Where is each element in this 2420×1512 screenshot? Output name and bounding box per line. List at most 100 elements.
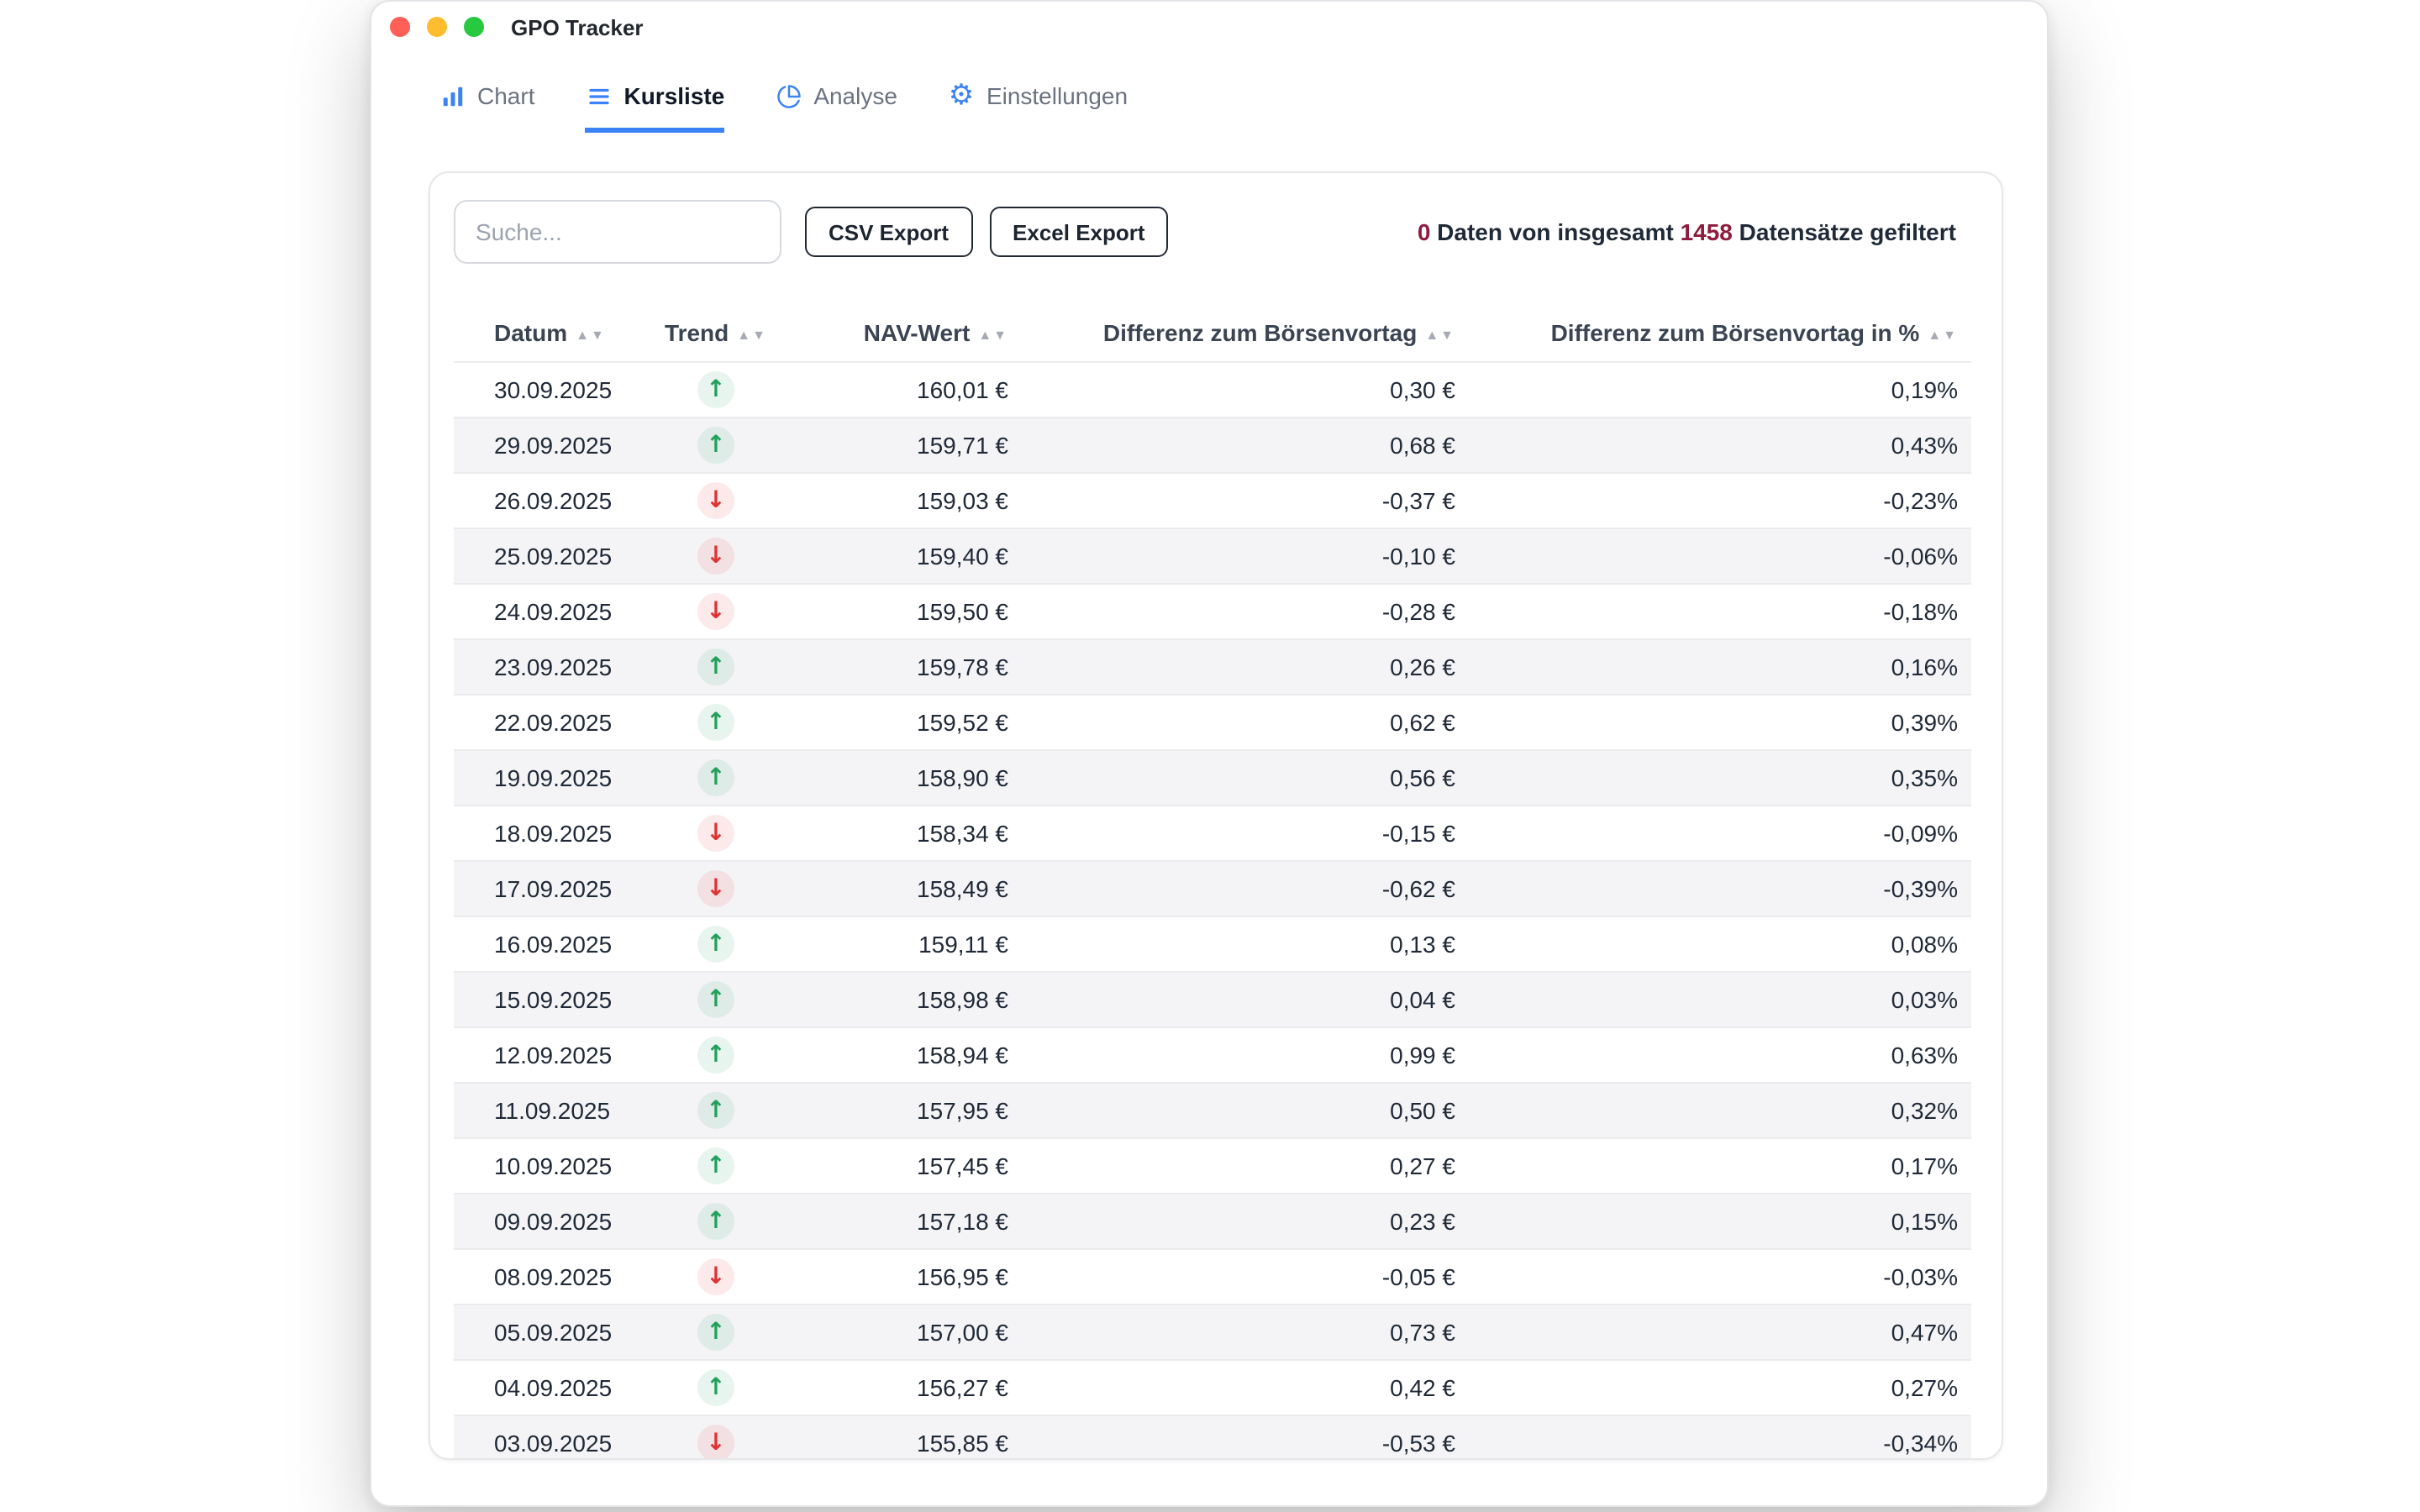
cell-nav-wert: 155,85 € [776,1415,1022,1460]
cell-differenz-prozent: 0,27% [1469,1360,1971,1415]
table-row: 10.09.2025 ↑ 157,45 € 0,27 € 0,17% [454,1138,1971,1194]
cell-trend: ↑ [655,1083,776,1138]
cell-differenz: 0,62 € [1022,695,1469,750]
trend-down-icon: ↓ [697,1425,734,1460]
tab-bar: Chart Kursliste Analyse ⚙ Einstellungen [439,82,2013,133]
cell-differenz-prozent: 0,08% [1469,916,1971,972]
cell-nav-wert: 157,18 € [776,1194,1022,1249]
table-row: 30.09.2025 ↑ 160,01 € 0,30 € 0,19% [454,362,1971,417]
cell-nav-wert: 157,45 € [776,1138,1022,1194]
cell-differenz-prozent: 0,32% [1469,1083,1971,1138]
trend-up-icon: ↑ [697,1037,734,1074]
column-header-nav-wert[interactable]: NAV-Wert▲▼ [776,304,1022,362]
trend-down-icon: ↓ [697,593,734,630]
cell-differenz: 0,23 € [1022,1194,1469,1249]
titlebar: GPO Tracker [371,2,2047,52]
search-input[interactable] [454,200,781,264]
sort-icon: ▲▼ [1928,328,1958,343]
trend-up-icon: ↑ [697,926,734,963]
trend-up-icon: ↑ [697,759,734,796]
cell-differenz: 0,26 € [1022,639,1469,695]
tab-label: Einstellungen [986,82,1128,109]
price-table: Datum▲▼ Trend▲▼ NAV-Wert▲▼ Differenz zum… [454,304,1971,1460]
trend-down-icon: ↓ [697,1258,734,1295]
trend-up-icon: ↑ [697,427,734,464]
tab-label: Chart [477,82,534,109]
cell-differenz-prozent: -0,03% [1469,1249,1971,1305]
cell-trend: ↑ [655,972,776,1027]
table-row: 25.09.2025 ↓ 159,40 € -0,10 € -0,06% [454,528,1971,584]
table-row: 18.09.2025 ↓ 158,34 € -0,15 € -0,09% [454,806,1971,861]
table-row: 12.09.2025 ↑ 158,94 € 0,99 € 0,63% [454,1027,1971,1083]
table-row: 23.09.2025 ↑ 159,78 € 0,26 € 0,16% [454,639,1971,695]
cell-differenz: 0,30 € [1022,362,1469,417]
excel-export-button[interactable]: Excel Export [989,207,1169,257]
cell-differenz: 0,68 € [1022,417,1469,473]
cell-differenz-prozent: 0,43% [1469,417,1971,473]
cell-trend: ↓ [655,473,776,528]
cell-differenz-prozent: -0,34% [1469,1415,1971,1460]
table-row: 15.09.2025 ↑ 158,98 € 0,04 € 0,03% [454,972,1971,1027]
tab-einstellungen[interactable]: ⚙ Einstellungen [948,82,1128,133]
minimize-button[interactable] [427,17,447,37]
filtered-count: 0 [1418,218,1431,245]
cell-differenz: 0,13 € [1022,916,1469,972]
cell-trend: ↑ [655,750,776,806]
cell-trend: ↑ [655,417,776,473]
trend-up-icon: ↑ [697,1203,734,1240]
summary-text: Daten von insgesamt [1430,218,1680,245]
cell-date: 12.09.2025 [454,1027,655,1083]
cell-date: 11.09.2025 [454,1083,655,1138]
cell-trend: ↓ [655,806,776,861]
cell-differenz: -0,10 € [1022,528,1469,584]
table-row: 11.09.2025 ↑ 157,95 € 0,50 € 0,32% [454,1083,1971,1138]
column-header-datum[interactable]: Datum▲▼ [454,304,655,362]
cell-trend: ↑ [655,1305,776,1360]
cell-date: 26.09.2025 [454,473,655,528]
table-row: 26.09.2025 ↓ 159,03 € -0,37 € -0,23% [454,473,1971,528]
cell-date: 17.09.2025 [454,861,655,916]
cell-date: 19.09.2025 [454,750,655,806]
tab-kursliste[interactable]: Kursliste [585,82,724,133]
cell-differenz: 0,42 € [1022,1360,1469,1415]
cell-trend: ↑ [655,362,776,417]
trend-up-icon: ↑ [697,648,734,685]
cell-trend: ↑ [655,695,776,750]
trend-up-icon: ↑ [697,371,734,408]
cell-nav-wert: 158,98 € [776,972,1022,1027]
cell-date: 16.09.2025 [454,916,655,972]
tab-label: Kursliste [623,82,724,109]
table-row: 24.09.2025 ↓ 159,50 € -0,28 € -0,18% [454,584,1971,639]
bar-chart-icon [439,82,466,109]
cell-date: 04.09.2025 [454,1360,655,1415]
cell-differenz: -0,53 € [1022,1415,1469,1460]
tab-chart[interactable]: Chart [439,82,534,133]
tab-analyse[interactable]: Analyse [775,82,897,133]
cell-differenz-prozent: 0,17% [1469,1138,1971,1194]
traffic-lights [390,17,484,37]
column-header-trend[interactable]: Trend▲▼ [655,304,776,362]
cell-differenz-prozent: 0,15% [1469,1194,1971,1249]
cell-date: 25.09.2025 [454,528,655,584]
cell-date: 18.09.2025 [454,806,655,861]
cell-nav-wert: 158,90 € [776,750,1022,806]
cell-trend: ↑ [655,1360,776,1415]
cell-date: 08.09.2025 [454,1249,655,1305]
toolbar: CSV Export Excel Export 0 Daten von insg… [454,200,1978,264]
zoom-button[interactable] [464,17,484,37]
trend-down-icon: ↓ [697,482,734,519]
sort-icon: ▲▼ [978,328,1008,343]
cell-differenz-prozent: -0,06% [1469,528,1971,584]
cell-nav-wert: 158,49 € [776,861,1022,916]
total-count: 1458 [1681,218,1733,245]
table-header-row: Datum▲▼ Trend▲▼ NAV-Wert▲▼ Differenz zum… [454,304,1971,362]
trend-up-icon: ↑ [697,981,734,1018]
close-button[interactable] [390,17,410,37]
cell-trend: ↓ [655,1249,776,1305]
cell-nav-wert: 156,95 € [776,1249,1022,1305]
cell-nav-wert: 157,00 € [776,1305,1022,1360]
column-header-differenz-prozent[interactable]: Differenz zum Börsenvortag in %▲▼ [1469,304,1971,362]
cell-nav-wert: 159,03 € [776,473,1022,528]
column-header-differenz[interactable]: Differenz zum Börsenvortag▲▼ [1022,304,1469,362]
csv-export-button[interactable]: CSV Export [805,207,972,257]
